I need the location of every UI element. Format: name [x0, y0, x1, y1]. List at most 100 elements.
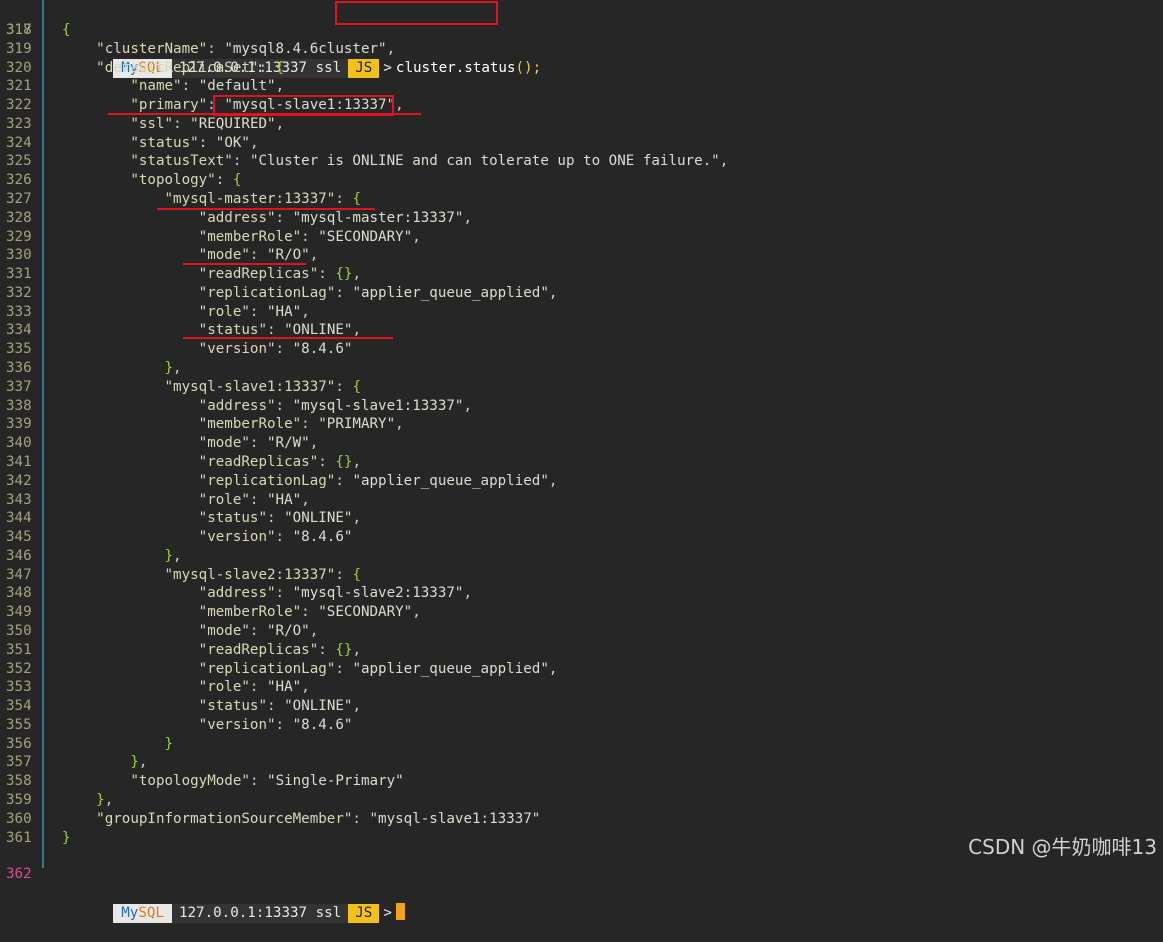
line-number: 332 — [6, 284, 32, 301]
token-str: "mysql-slave2:13337" — [292, 585, 464, 602]
token-punct: , — [173, 360, 182, 377]
line-code: "name": "default", — [62, 77, 284, 96]
line-number: 341 — [6, 453, 32, 470]
line-number: 336 — [6, 360, 32, 377]
line-number: 331 — [6, 266, 32, 283]
line-code: "defaultReplicaSet": { — [62, 59, 284, 78]
line-code: "mode": "R/O", — [62, 622, 319, 641]
token-punct: , — [548, 284, 558, 301]
token-key: "readReplicas" — [198, 641, 319, 658]
token-punct: , — [463, 397, 473, 414]
gutter-divider — [42, 0, 44, 868]
token-punct: : — [275, 209, 293, 226]
token-punct: , — [275, 115, 285, 132]
text-cursor[interactable] — [395, 903, 405, 920]
line-code: "clusterName": "mysql8.4.6cluster", — [62, 40, 395, 59]
line-code: "mysql-slave2:13337": { — [62, 566, 361, 585]
js-mode-badge: JS — [348, 904, 380, 923]
token-punct: , — [548, 660, 558, 677]
line-number: 333 — [6, 303, 32, 320]
token-punct: , — [463, 585, 473, 602]
token-punct: , — [352, 453, 361, 470]
token-brace: { — [275, 59, 285, 76]
current-prompt-line[interactable]: 362 MySQL 127.0.0.1:13337 ssl JS > — [0, 846, 405, 923]
token-brace: { — [62, 22, 71, 38]
token-punct: , — [463, 209, 473, 226]
token-punct: : — [249, 622, 268, 639]
token-str: "mysql-slave1:13337" — [292, 397, 464, 414]
terminal-window[interactable]: 317 MySQL 127.0.0.1:13337 ssl JS > cluster.s… — [0, 0, 1163, 923]
line-number: 338 — [6, 397, 32, 414]
token-str: "R/O" — [267, 622, 310, 639]
line-code: } — [62, 829, 71, 848]
token-punct: : — [173, 115, 191, 132]
token-punct: : — [249, 679, 268, 696]
token-punct: : — [335, 378, 353, 395]
token-brace: { — [352, 566, 361, 583]
primary-underline — [108, 113, 421, 115]
line-number: 344 — [6, 510, 32, 527]
line-code: "readReplicas": {}, — [62, 641, 361, 660]
js-mode-badge: JS — [348, 59, 380, 78]
token-punct: , — [412, 604, 421, 621]
token-key: "topology" — [130, 172, 216, 189]
line-number: 359 — [6, 791, 32, 808]
token-brace: } — [96, 791, 105, 808]
token-key: "mode" — [198, 247, 250, 264]
line-code: }, — [62, 547, 182, 566]
token-str: "8.4.6" — [292, 716, 353, 733]
watermark: CSDN @牛奶咖啡13 — [968, 835, 1157, 859]
line-number: 354 — [6, 698, 32, 715]
line-number: 350 — [6, 622, 32, 639]
token-brace: { — [352, 378, 361, 395]
line-number: 324 — [6, 134, 32, 151]
line-number: 330 — [6, 247, 32, 264]
line-number: 361 — [6, 829, 32, 846]
line-code: "ssl": "REQUIRED", — [62, 115, 284, 134]
token-key: "mysql-slave2:13337" — [164, 566, 336, 583]
line-code: "version": "8.4.6" — [62, 716, 353, 735]
token-key: "memberRole" — [198, 604, 302, 621]
line-code: "groupInformationSourceMember": "mysql-s… — [62, 810, 540, 829]
token-str: "Single-Primary" — [267, 773, 404, 790]
line-number: 327 — [6, 191, 32, 208]
status-underline — [183, 337, 393, 339]
token-key: "groupInformationSourceMember" — [96, 810, 353, 827]
line-number: 334 — [6, 322, 32, 339]
token-punct: , — [352, 698, 361, 715]
line-code: "replicationLag": "applier_queue_applied… — [62, 660, 558, 679]
token-punct: : — [301, 416, 319, 433]
token-punct: , — [412, 228, 421, 245]
token-key: "defaultReplicaSet" — [96, 59, 259, 76]
line-number: 337 — [6, 378, 32, 395]
token-str: "mysql-slave1:13337" — [369, 810, 541, 827]
token-key: "mysql-master:13337" — [164, 191, 336, 208]
line-number: 323 — [6, 115, 32, 132]
token-key: "readReplicas" — [198, 266, 319, 283]
token-punct: : — [215, 172, 233, 189]
line-code: "role": "HA", — [62, 303, 310, 322]
token-punct: : — [275, 585, 293, 602]
token-key: "mode" — [198, 435, 250, 452]
token-key: "primary" — [130, 97, 208, 114]
token-punct: : — [318, 453, 336, 470]
token-key: "readReplicas" — [198, 453, 319, 470]
line-code: "readReplicas": {}, — [62, 265, 361, 284]
line-number: 320 — [6, 59, 32, 76]
token-punct: , — [138, 754, 148, 771]
line-code: "mysql-slave1:13337": { — [62, 378, 361, 397]
line-number: 348 — [6, 585, 32, 602]
